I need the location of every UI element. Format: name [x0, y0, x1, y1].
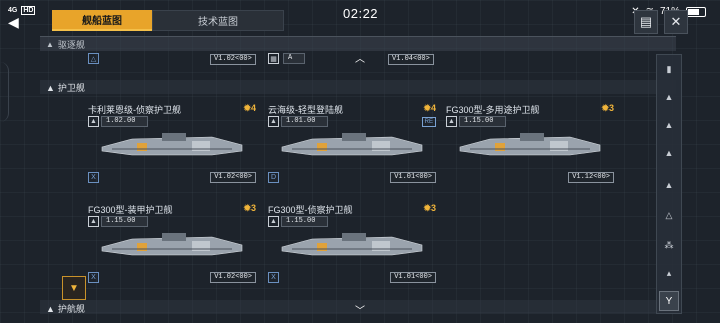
blueprint-type-icon: X [88, 272, 99, 283]
blueprint-type-icon: X [268, 272, 279, 283]
back-icon[interactable]: ◀ [8, 14, 22, 30]
faction-emblem-icon[interactable]: ▼ [62, 276, 86, 300]
ship-name: FG300型-多用途护卫舰 [446, 105, 540, 115]
collapse-triangle-icon: ▲ [46, 303, 55, 314]
gear-level-icon: ✹ [243, 103, 251, 113]
filter-escort-icon[interactable]: △ [663, 209, 675, 221]
clock: 02:22 [343, 6, 379, 21]
filter-toggle-button[interactable]: Y [659, 291, 679, 311]
filter-dome-icon[interactable]: ▴ [663, 267, 675, 279]
ship-silhouette [281, 233, 423, 256]
filter-frigate-icon[interactable]: ▲ [663, 179, 675, 191]
version-label: V1.01<00> [390, 172, 436, 183]
tab-tech-blueprint[interactable]: 技术蓝图 [152, 10, 284, 31]
re-badge: RE [421, 117, 436, 127]
version-label: V1.12<00> [568, 172, 614, 183]
tab-bar: 舰船蓝图 技术蓝图 [52, 10, 284, 31]
ghost-stat: A [283, 53, 306, 64]
ship-level: ✹3 [423, 203, 436, 213]
section-header-destroyer[interactable]: ▲ 驱逐舰 [40, 36, 676, 51]
collapse-triangle-icon: ▲ [46, 39, 54, 49]
tab-ship-blueprint[interactable]: 舰船蓝图 [52, 10, 152, 31]
version-label: V1.02<00> [210, 272, 256, 283]
gear-level-icon: ✹ [423, 203, 431, 213]
gear-level-icon: ✹ [601, 103, 609, 113]
collapse-triangle-icon: ▲ [46, 82, 55, 93]
gear-level-icon: ✹ [423, 103, 431, 113]
ship-silhouette [459, 133, 601, 156]
scroll-up-icon[interactable]: ︿ [355, 50, 365, 65]
blueprint-card[interactable]: 云海级-轻型登陆舰 ✹4 ▲ 1.01.00 D RE V1.01<00> [268, 103, 436, 183]
blueprint-type-icon: D [268, 172, 279, 183]
ghost-version-2: V1.04<00> [388, 54, 434, 65]
ship-level: ✹4 [243, 103, 256, 113]
section-title-destroyer: 驱逐舰 [57, 39, 85, 50]
filter-battleship-icon[interactable]: ▲ [663, 91, 675, 103]
section-title-frigate: 护卫舰 [57, 83, 85, 93]
blueprint-card[interactable]: 卡利莱恩级-侦察护卫舰 ✹4 ▲ 1.02.00 X V1.02<00> [88, 103, 256, 183]
ghost-card-left: △ [88, 53, 99, 64]
ship-type-filter-rail: ▮ ▲ ▲ ▲ ▲ △ ⁂ ▴ Y [656, 54, 682, 314]
blueprint-card[interactable]: FG300型-侦察护卫舰 ✹3 ▲ 1.15.00 X V1.01<00> [268, 203, 436, 283]
battery-icon [686, 6, 706, 17]
section-header-frigate[interactable]: ▲ 护卫舰 [46, 81, 85, 94]
section-title-escort: 护航舰 [57, 304, 85, 314]
blueprint-card[interactable]: FG300型-装甲护卫舰 ✹3 ▲ 1.15.00 X V1.02<00> [88, 203, 256, 283]
ship-level: ✹3 [243, 203, 256, 213]
type-icon: △ [88, 53, 99, 64]
filter-cruiser-icon[interactable]: ▲ [663, 119, 675, 131]
stat-icon: ▦ [268, 53, 279, 64]
blueprint-type-icon: X [88, 172, 99, 183]
filter-destroyer-icon[interactable]: ▲ [663, 147, 675, 159]
ship-silhouette [281, 133, 423, 156]
blueprint-card[interactable]: FG300型-多用途护卫舰 ✹3 ▲ 1.15.00 V1.12<00> [446, 103, 614, 183]
filter-carrier-icon[interactable]: ▮ [663, 63, 675, 75]
ghost-version-1: V1.02<00> [210, 54, 256, 65]
section-bar-frigate [40, 80, 676, 94]
ship-name: 卡利莱恩级-侦察护卫舰 [88, 105, 181, 115]
hd-indicator: HD [21, 6, 36, 15]
ghost-card-mid: ▦ A [268, 53, 306, 64]
network-indicator: 4G [8, 7, 18, 14]
ship-silhouette [101, 133, 243, 156]
filter-squad-icon[interactable]: ⁂ [663, 239, 675, 251]
ship-name: FG300型-装甲护卫舰 [88, 205, 173, 215]
ship-name: 云海级-轻型登陆舰 [268, 105, 343, 115]
scroll-down-icon[interactable]: ﹀ [355, 302, 365, 317]
ship-level: ✹3 [601, 103, 614, 113]
section-header-escort[interactable]: ▲ 护航舰 [46, 302, 85, 315]
ship-silhouette [101, 233, 243, 256]
gear-level-icon: ✹ [243, 203, 251, 213]
version-label: V1.02<00> [210, 172, 256, 183]
document-icon[interactable]: ▤ [634, 10, 658, 34]
close-icon[interactable]: ✕ [664, 10, 688, 34]
version-label: V1.01<00> [390, 272, 436, 283]
ship-level: ✹4 [423, 103, 436, 113]
left-edge-rail [0, 62, 9, 122]
ship-name: FG300型-侦察护卫舰 [268, 205, 353, 215]
